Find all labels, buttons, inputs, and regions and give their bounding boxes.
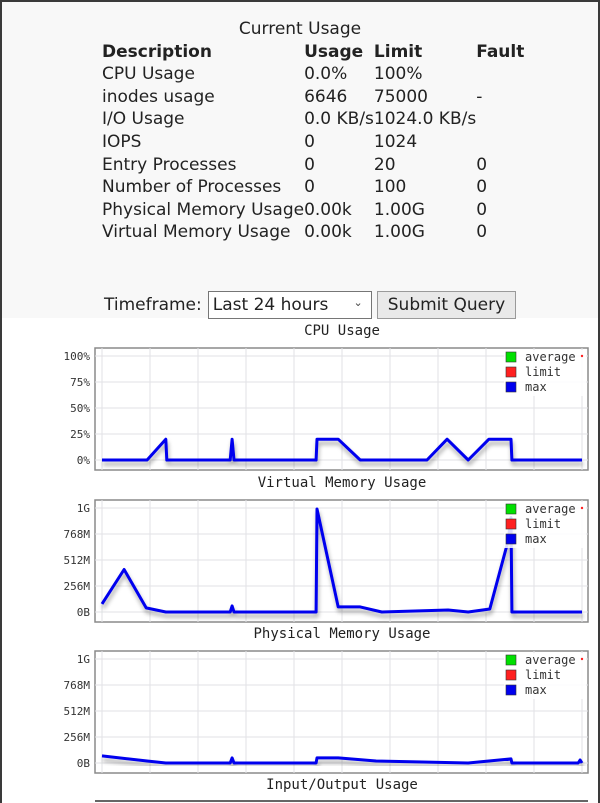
cpu-usage-chart: CPU Usage 0% 25% 50% 75% 100% average limit max <box>0 322 600 474</box>
legend-label-max: max <box>525 532 547 546</box>
legend-label-limit: limit <box>525 517 561 531</box>
physical-memory-chart: Physical Memory Usage 0B 256M 512M 768M 1G ave… <box>0 625 600 777</box>
table-row: Virtual Memory Usage 0.00k 1.00G 0 <box>102 221 536 244</box>
timeframe-label: Timeframe: <box>104 295 202 315</box>
limit-end-marker <box>580 506 584 510</box>
legend-swatch-max <box>505 533 517 545</box>
y-tick-label: 768M <box>64 679 91 692</box>
y-tick-label: 256M <box>64 731 91 744</box>
legend-swatch-limit <box>505 518 517 530</box>
header-usage: Usage <box>304 41 364 62</box>
cell-limit: 1024 <box>373 132 418 153</box>
chart-title: Input/Output Usage <box>266 777 418 793</box>
y-tick-label: 1G <box>77 502 90 515</box>
cell-limit: 100% <box>373 64 423 85</box>
cell-description: Virtual Memory Usage <box>102 222 291 243</box>
cell-fault <box>476 131 536 154</box>
y-tick-label: 50% <box>70 402 90 415</box>
y-tick-label: 256M <box>64 580 91 593</box>
legend-swatch-average <box>505 351 517 363</box>
cell-limit: 1024.0 KB/s <box>373 109 477 130</box>
chevron-down-icon: ⌄ <box>353 296 363 309</box>
table-row: Physical Memory Usage 0.00k 1.00G 0 <box>102 199 536 222</box>
cell-usage: 6646 <box>304 86 348 107</box>
cell-fault: 0 <box>476 222 488 243</box>
submit-query-button[interactable]: Submit Query <box>376 291 517 319</box>
y-tick-label: 512M <box>64 554 91 567</box>
cell-description: CPU Usage <box>102 64 195 85</box>
io-usage-chart: Input/Output Usage <box>0 776 600 803</box>
current-usage-panel: Current Usage Description Usage Limit Fa… <box>2 2 598 319</box>
timeframe-select[interactable]: Last 24 hours ⌄ <box>207 291 372 319</box>
table-header-row: Description Usage Limit Fault <box>102 40 536 63</box>
header-description: Description <box>102 41 212 62</box>
cell-limit: 20 <box>373 154 396 175</box>
table-row: Number of Processes 0 100 0 <box>102 176 536 199</box>
cell-description: inodes usage <box>102 86 215 107</box>
cell-usage: 0 <box>304 154 315 175</box>
y-tick-label: 512M <box>64 705 91 718</box>
header-fault: Fault <box>476 41 525 62</box>
y-tick-label: 75% <box>70 376 90 389</box>
cell-usage: 0 <box>304 132 315 153</box>
cell-usage: 0.0 KB/s <box>304 109 374 130</box>
cell-limit: 75000 <box>373 86 429 107</box>
table-row: Entry Processes 0 20 0 <box>102 153 536 176</box>
cell-limit: 1.00G <box>373 222 425 243</box>
legend-swatch-max <box>505 684 517 696</box>
y-tick-label: 768M <box>64 528 91 541</box>
legend-swatch-max <box>505 381 517 393</box>
cell-description: I/O Usage <box>102 109 185 130</box>
cell-usage: 0.00k <box>304 199 352 220</box>
legend-label-average: average <box>525 350 576 364</box>
cell-limit: 1.00G <box>373 199 425 220</box>
current-usage-table: Description Usage Limit Fault CPU Usage 0… <box>102 40 536 244</box>
legend-label-limit: limit <box>525 365 561 379</box>
legend-label-average: average <box>525 502 576 516</box>
legend-swatch-average <box>505 654 517 666</box>
legend-label-max: max <box>525 380 547 394</box>
chart-svg: 0% 25% 50% 75% 100% averagelimitmax <box>64 347 589 471</box>
cell-usage: 0.00k <box>304 222 352 243</box>
current-usage-caption: Current Usage <box>238 19 362 39</box>
plot-frame <box>95 800 588 802</box>
cell-description: Entry Processes <box>102 154 237 175</box>
y-tick-label: 0B <box>77 757 91 770</box>
chart-svg: 0B 256M 512M 768M 1G averagelimitmax <box>64 650 589 774</box>
virtual-memory-chart: Virtual Memory Usage 0B 256M 512M 768M 1G aver… <box>0 474 600 626</box>
limit-end-marker <box>580 657 584 661</box>
limit-end-marker <box>580 354 584 358</box>
cell-fault: 0 <box>476 199 488 220</box>
table-row: IOPS 0 1024 <box>102 131 536 154</box>
chart-svg: 0B 256M 512M 768M 1G averagelimitmax <box>64 499 589 623</box>
cell-description: Number of Processes <box>102 177 282 198</box>
cell-description: IOPS <box>102 132 142 153</box>
legend-label-average: average <box>525 653 576 667</box>
legend-label-max: max <box>525 683 547 697</box>
table-row: CPU Usage 0.0% 100% <box>102 63 536 86</box>
legend-label-limit: limit <box>525 668 561 682</box>
cell-fault <box>476 63 536 86</box>
table-row: inodes usage 6646 75000 - <box>102 86 536 109</box>
cell-limit: 100 <box>373 177 407 198</box>
y-tick-label: 0% <box>77 454 91 467</box>
timeframe-form: Timeframe: Last 24 hours ⌄ Submit Query <box>104 291 517 319</box>
header-limit: Limit <box>373 41 423 62</box>
y-tick-label: 1G <box>77 653 90 666</box>
y-tick-label: 0B <box>77 606 91 619</box>
timeframe-selected-value: Last 24 hours <box>212 295 329 315</box>
legend-swatch-limit <box>505 669 517 681</box>
cell-fault: 0 <box>476 177 488 198</box>
cell-usage: 0 <box>304 177 315 198</box>
table-row: I/O Usage 0.0 KB/s 1024.0 KB/s <box>102 108 536 131</box>
y-tick-label: 100% <box>64 350 91 363</box>
cell-usage: 0.0% <box>304 64 348 85</box>
cell-description: Physical Memory Usage <box>102 199 305 220</box>
legend-swatch-limit <box>505 366 517 378</box>
cell-fault: 0 <box>476 154 488 175</box>
y-tick-label: 25% <box>70 428 90 441</box>
cell-fault <box>476 108 536 131</box>
legend-swatch-average <box>505 503 517 515</box>
cell-fault: - <box>476 86 483 107</box>
